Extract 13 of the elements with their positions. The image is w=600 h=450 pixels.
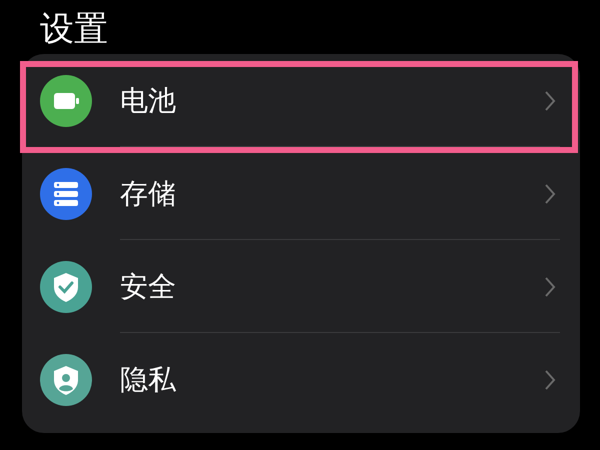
settings-item[interactable]: 安全 xyxy=(22,240,580,333)
chevron-icon xyxy=(544,368,556,390)
chevron-icon xyxy=(544,90,556,112)
item-label: 安全 xyxy=(120,268,177,304)
item-label: 存储 xyxy=(120,176,177,212)
page-title: 设置 xyxy=(39,8,109,51)
chevron-icon xyxy=(544,276,556,298)
settings-item[interactable]: 电池 xyxy=(22,54,580,147)
settings-item[interactable]: 存储 xyxy=(22,147,580,240)
settings-item[interactable]: 隐私 xyxy=(22,333,580,426)
chevron-icon xyxy=(544,182,556,204)
item-label: 电池 xyxy=(120,82,177,118)
item-label: 隐私 xyxy=(120,362,177,398)
